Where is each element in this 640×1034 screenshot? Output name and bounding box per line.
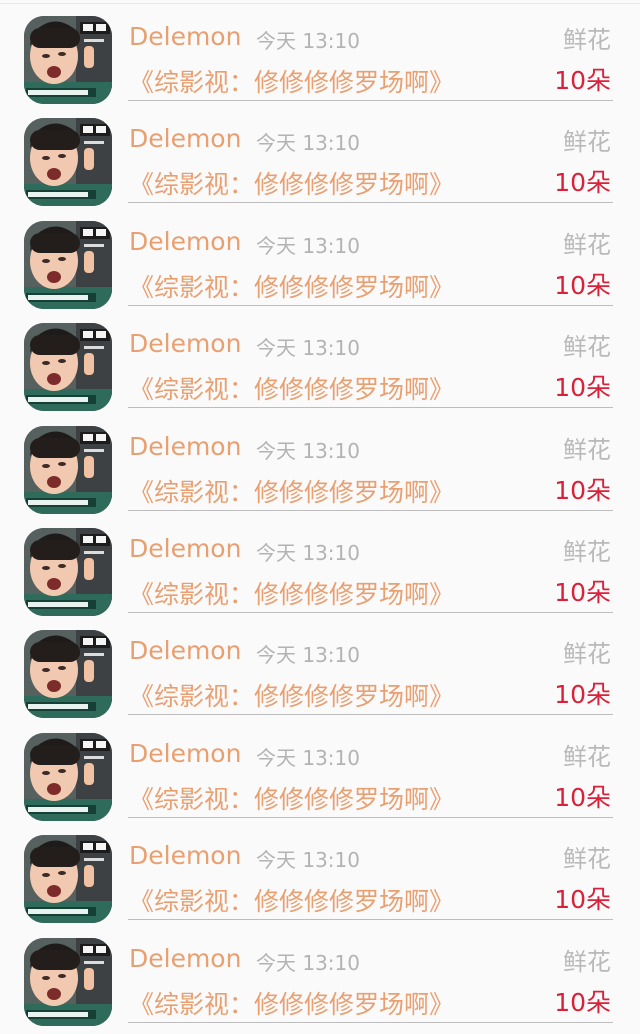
timestamp: 今天 13:10: [256, 848, 360, 873]
avatar-image: [24, 118, 112, 207]
avatar-image: [24, 323, 112, 412]
gift-type-label: 鲜花: [563, 845, 611, 874]
timestamp: 今天 13:10: [256, 438, 360, 463]
gift-count: 10朵: [554, 270, 611, 300]
gift-type-label: 鲜花: [563, 26, 611, 54]
avatar-image: [24, 937, 112, 1026]
gift-type-label: 鲜花: [563, 538, 611, 566]
avatar-image: [24, 528, 112, 616]
gift-count: 10朵: [554, 987, 611, 1017]
list-item[interactable]: Delemon 今天 13:10 鲜花 《综影视：修修修修罗场啊》 10朵: [0, 307, 640, 412]
sender-name[interactable]: Delemon: [129, 534, 241, 563]
row-divider: [128, 100, 613, 101]
avatar[interactable]: [24, 630, 112, 719]
avatar[interactable]: [24, 528, 112, 616]
gift-count: 10朵: [554, 373, 611, 403]
gift-record-list: Delemon 今天 13:10 鲜花 《综影视：修修修修罗场啊》 10朵 De…: [0, 0, 640, 1034]
sender-name[interactable]: Delemon: [129, 636, 241, 665]
row-divider: [128, 1021, 613, 1023]
timestamp: 今天 13:10: [256, 336, 360, 361]
timestamp: 今天 13:10: [256, 541, 360, 565]
avatar-image: [24, 630, 112, 719]
gift-type-label: 鲜花: [563, 435, 611, 464]
gift-count: 10朵: [554, 66, 611, 95]
sender-name[interactable]: Delemon: [129, 329, 241, 358]
row-divider: [128, 714, 613, 716]
row-divider: [128, 202, 613, 204]
avatar-image: [24, 835, 112, 924]
gift-type-label: 鲜花: [563, 333, 611, 362]
list-item[interactable]: Delemon 今天 13:10 鲜花 《综影视：修修修修罗场啊》 10朵: [0, 922, 640, 1026]
row-divider: [128, 816, 613, 818]
avatar-image: [24, 16, 112, 104]
gift-type-label: 鲜花: [563, 947, 611, 976]
gift-type-label: 鲜花: [563, 742, 611, 771]
list-item[interactable]: Delemon 今天 13:10 鲜花 《综影视：修修修修罗场啊》 10朵: [0, 102, 640, 207]
list-item[interactable]: Delemon 今天 13:10 鲜花 《综影视：修修修修罗场啊》 10朵: [0, 512, 640, 616]
gift-count: 10朵: [554, 782, 611, 812]
avatar-image: [24, 220, 112, 309]
avatar[interactable]: [24, 220, 112, 309]
sender-name[interactable]: Delemon: [129, 227, 241, 256]
timestamp: 今天 13:10: [256, 745, 360, 770]
avatar[interactable]: [24, 732, 112, 821]
book-title-link[interactable]: 《综影视：修修修修罗场啊》: [129, 575, 454, 611]
sender-name[interactable]: Delemon: [129, 22, 241, 51]
sender-name[interactable]: Delemon: [129, 944, 241, 973]
avatar-image: [24, 425, 112, 514]
avatar[interactable]: [24, 835, 112, 924]
avatar[interactable]: [24, 323, 112, 412]
book-title-link[interactable]: 《综影视：修修修修罗场啊》: [129, 985, 454, 1021]
gift-type-label: 鲜花: [563, 640, 611, 669]
row-divider: [128, 304, 613, 306]
gift-count: 10朵: [554, 885, 611, 915]
book-title-link[interactable]: 《综影视：修修修修罗场啊》: [129, 882, 454, 918]
gift-count: 10朵: [554, 578, 611, 607]
sender-name[interactable]: Delemon: [129, 124, 241, 153]
gift-type-label: 鲜花: [563, 230, 611, 259]
row-divider: [128, 509, 613, 511]
list-item[interactable]: Delemon 今天 13:10 鲜花 《综影视：修修修修罗场啊》 10朵: [0, 819, 640, 924]
avatar[interactable]: [24, 937, 112, 1026]
timestamp: 今天 13:10: [256, 950, 360, 975]
book-title-link[interactable]: 《综影视：修修修修罗场啊》: [129, 473, 454, 509]
sender-name[interactable]: Delemon: [129, 841, 241, 870]
list-item[interactable]: Delemon 今天 13:10 鲜花 《综影视：修修修修罗场啊》 10朵: [0, 410, 640, 514]
row-divider: [128, 612, 613, 613]
sender-name[interactable]: Delemon: [129, 432, 241, 461]
gift-count: 10朵: [554, 475, 611, 505]
gift-type-label: 鲜花: [563, 128, 611, 157]
timestamp: 今天 13:10: [256, 29, 360, 53]
book-title-link[interactable]: 《综影视：修修修修罗场啊》: [129, 370, 454, 406]
list-item[interactable]: Delemon 今天 13:10 鲜花 《综影视：修修修修罗场啊》 10朵: [0, 717, 640, 821]
avatar[interactable]: [24, 118, 112, 207]
book-title-link[interactable]: 《综影视：修修修修罗场啊》: [129, 268, 454, 304]
gift-count: 10朵: [554, 680, 611, 710]
timestamp: 今天 13:10: [256, 131, 360, 156]
avatar[interactable]: [24, 16, 112, 104]
sender-name[interactable]: Delemon: [129, 739, 241, 768]
book-title-link[interactable]: 《综影视：修修修修罗场啊》: [129, 165, 454, 201]
row-divider: [128, 407, 613, 409]
book-title-link[interactable]: 《综影视：修修修修罗场啊》: [129, 677, 454, 713]
book-title-link[interactable]: 《综影视：修修修修罗场啊》: [129, 780, 454, 816]
list-item[interactable]: Delemon 今天 13:10 鲜花 《综影视：修修修修罗场啊》 10朵: [0, 614, 640, 719]
list-item[interactable]: Delemon 今天 13:10 鲜花 《综影视：修修修修罗场啊》 10朵: [0, 205, 640, 309]
gift-count: 10朵: [554, 168, 611, 198]
row-divider: [128, 919, 613, 921]
book-title-link[interactable]: 《综影视：修修修修罗场啊》: [129, 63, 454, 99]
timestamp: 今天 13:10: [256, 233, 360, 258]
avatar-image: [24, 732, 112, 821]
list-item[interactable]: Delemon 今天 13:10 鲜花 《综影视：修修修修罗场啊》 10朵: [0, 0, 640, 104]
timestamp: 今天 13:10: [256, 643, 360, 668]
avatar[interactable]: [24, 425, 112, 514]
